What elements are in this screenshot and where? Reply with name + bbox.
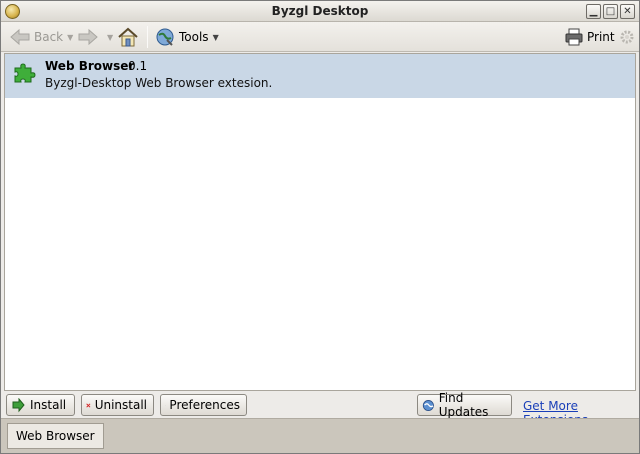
- taskbar: Web Browser: [1, 418, 639, 453]
- install-label: Install: [30, 398, 67, 412]
- find-updates-button[interactable]: Find Updates: [417, 391, 512, 419]
- tools-menu-button[interactable]: Tools ▼: [155, 25, 219, 49]
- window-title: Byzgl Desktop: [271, 4, 369, 18]
- home-icon: [118, 27, 138, 47]
- toolbar-separator: [147, 26, 148, 48]
- uninstall-label: Uninstall: [94, 398, 147, 412]
- uninstall-button[interactable]: Uninstall: [81, 394, 154, 416]
- install-arrow-icon: [12, 397, 25, 412]
- title-bar[interactable]: Byzgl Desktop ▁ □ ✕: [1, 1, 639, 22]
- print-label: Print: [587, 30, 615, 44]
- forward-arrow-icon: [78, 28, 98, 46]
- forward-dropdown-icon[interactable]: ▼: [107, 33, 113, 42]
- back-arrow-icon: [10, 28, 30, 46]
- find-updates-globe-icon: [422, 399, 434, 411]
- tools-globe-icon: [156, 28, 174, 46]
- print-button[interactable]: Print: [564, 25, 615, 49]
- back-button[interactable]: Back ▼: [9, 25, 73, 49]
- forward-button[interactable]: ▼: [77, 25, 113, 49]
- puzzle-piece-icon: [14, 63, 36, 83]
- action-bar: Install Uninstall Preferences Find Updat…: [1, 391, 639, 427]
- close-button[interactable]: ✕: [620, 4, 635, 19]
- extension-description: Byzgl-Desktop Web Browser extesion.: [45, 76, 273, 90]
- preferences-button[interactable]: Preferences: [160, 394, 247, 416]
- window-controls: ▁ □ ✕: [586, 4, 635, 19]
- back-dropdown-icon[interactable]: ▼: [67, 33, 73, 42]
- printer-icon: [565, 28, 583, 46]
- tools-dropdown-icon: ▼: [212, 32, 219, 42]
- back-label: Back: [34, 30, 64, 44]
- install-button[interactable]: Install: [6, 394, 75, 416]
- list-item-extension[interactable]: Web Browser 0.1 Byzgl-Desktop Web Browse…: [5, 54, 635, 98]
- taskbar-tab-web-browser[interactable]: Web Browser: [7, 423, 104, 449]
- tools-label: Tools: [179, 30, 209, 44]
- throbber-gear-icon: [619, 25, 635, 49]
- preferences-label: Preferences: [169, 398, 240, 412]
- extension-name: Web Browser: [45, 59, 135, 73]
- extension-list: Web Browser 0.1 Byzgl-Desktop Web Browse…: [4, 53, 636, 391]
- extension-version: 0.1: [128, 59, 148, 73]
- uninstall-x-icon: [86, 402, 91, 408]
- find-updates-label: Find Updates: [438, 391, 489, 419]
- home-button[interactable]: [117, 25, 139, 49]
- toolbar: Back ▼ ▼ Tools ▼ Print: [1, 22, 639, 52]
- maximize-button[interactable]: □: [603, 4, 618, 19]
- app-window: Byzgl Desktop ▁ □ ✕ Back ▼ ▼ Tools ▼ Pri…: [0, 0, 640, 454]
- minimize-button[interactable]: ▁: [586, 4, 601, 19]
